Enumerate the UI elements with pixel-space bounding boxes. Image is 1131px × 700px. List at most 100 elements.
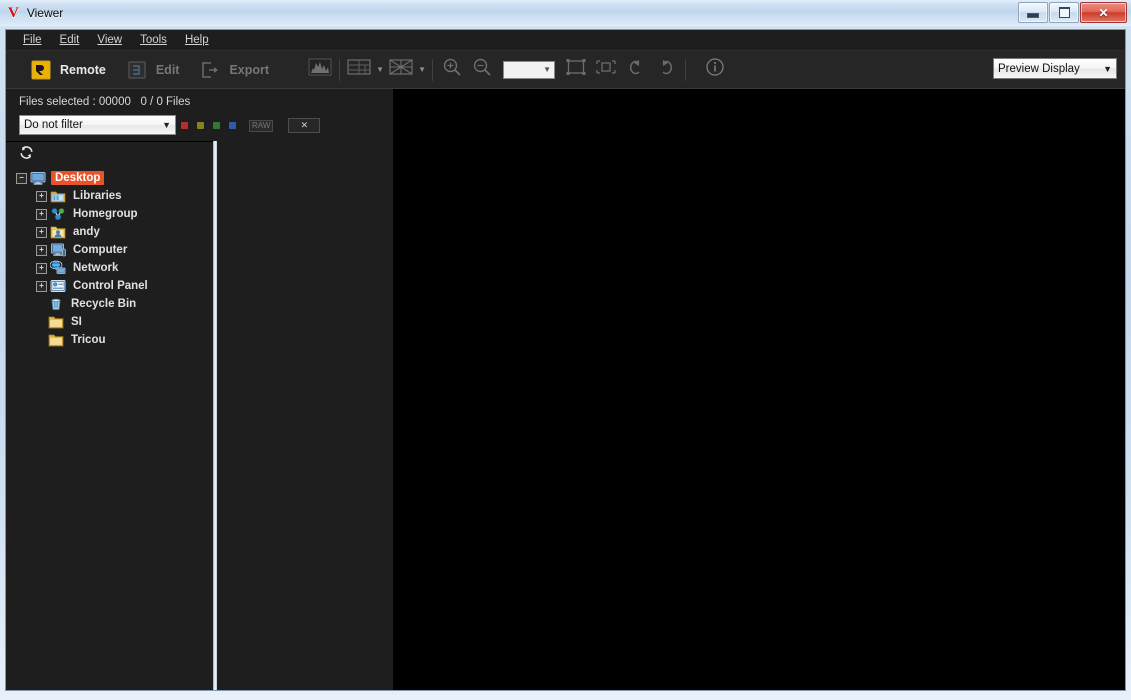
user-folder-icon — [50, 224, 66, 240]
libraries-icon — [50, 188, 66, 204]
grid-layout-button[interactable] — [345, 57, 373, 83]
minimize-icon — [1027, 13, 1039, 18]
tree-item-homegroup[interactable]: + Homegroup — [6, 205, 213, 223]
color-filter-green[interactable] — [213, 122, 220, 129]
refresh-icon[interactable] — [18, 144, 35, 166]
toolbar-separator-3 — [685, 58, 687, 81]
tree-item-label: Libraries — [73, 190, 122, 202]
computer-icon — [50, 242, 66, 258]
histogram-button[interactable] — [306, 57, 334, 83]
folder-icon — [48, 314, 64, 330]
tree-item-label: Homegroup — [73, 208, 138, 220]
rotate-left-button[interactable] — [622, 57, 650, 83]
menu-help[interactable]: Help — [176, 32, 218, 48]
close-button[interactable]: ✕ — [1080, 2, 1127, 23]
tree-item-label: andy — [73, 226, 100, 238]
menu-file[interactable]: File — [14, 32, 51, 48]
tree-item-label: SI — [71, 316, 82, 328]
edit-label: Edit — [155, 62, 180, 77]
tree-item-label: Desktop — [51, 171, 105, 185]
filter-combo[interactable]: Do not filter ▼ — [19, 115, 176, 135]
expand-icon[interactable]: + — [36, 262, 47, 274]
color-label-filters: RAW ✕ — [181, 118, 321, 133]
chevron-down-icon: ▼ — [543, 65, 552, 74]
maximize-icon — [1058, 7, 1070, 18]
tree-item-libraries[interactable]: + Libraries — [6, 187, 213, 205]
rotate-right-button[interactable] — [652, 57, 680, 83]
recycle-bin-icon — [48, 296, 64, 312]
color-filter-blue[interactable] — [229, 122, 236, 129]
thumbnail-layout-icon — [389, 59, 413, 80]
info-icon — [705, 57, 725, 82]
tree-item-si[interactable]: SI — [6, 313, 213, 331]
application-window: V Viewer ✕ File Edit View Tools Help Rem… — [0, 0, 1131, 700]
folder-icon — [48, 332, 64, 348]
thumbnail-layout-dropdown[interactable]: ▼ — [416, 57, 428, 83]
raw-filter-badge[interactable]: RAW — [249, 119, 274, 132]
left-column: Files selected : 00000 0 / 0 Files Do no… — [6, 89, 393, 690]
menu-view[interactable]: View — [88, 32, 131, 48]
folder-tree-panel: − Desktop + Libraries + Homegroup + andy + Comput… — [6, 141, 213, 690]
menu-edit-label: Edit — [59, 34, 80, 46]
control-panel-icon — [50, 278, 66, 294]
zoom-in-button[interactable] — [438, 57, 466, 83]
tree-item-andy[interactable]: + andy — [6, 223, 213, 241]
remote-label: Remote — [60, 62, 106, 77]
grid-layout-dropdown[interactable]: ▼ — [374, 57, 386, 83]
toolbar-separator — [339, 58, 341, 81]
menu-help-label: Help — [184, 34, 209, 46]
rotate-right-icon — [657, 57, 675, 82]
remote-button[interactable]: Remote — [20, 55, 116, 85]
app-logo-icon: V — [8, 4, 19, 21]
title-bar: V Viewer ✕ — [0, 0, 1131, 26]
fit-to-window-button[interactable] — [562, 57, 590, 83]
expand-icon[interactable]: + — [36, 280, 47, 292]
remote-icon — [30, 59, 52, 81]
window-controls: ✕ — [1018, 2, 1127, 23]
thumbnail-list-panel[interactable] — [217, 141, 393, 690]
desktop-icon — [30, 170, 46, 186]
tree-item-label: Network — [73, 262, 119, 274]
tree-item-label: Recycle Bin — [71, 298, 137, 310]
info-button[interactable] — [701, 57, 729, 83]
tree-item-tricou[interactable]: Tricou — [6, 331, 213, 349]
image-preview-area[interactable] — [393, 89, 1125, 690]
collapse-icon[interactable]: − — [16, 172, 27, 184]
tree-item-label: Computer — [73, 244, 128, 256]
export-button[interactable]: Export — [189, 55, 279, 85]
color-filter-red[interactable] — [181, 122, 188, 129]
preview-display-combo[interactable]: Preview Display ▼ — [993, 58, 1117, 79]
menu-tools[interactable]: Tools — [131, 32, 176, 48]
expand-icon[interactable]: + — [36, 190, 47, 202]
clear-filter-button[interactable]: ✕ — [288, 118, 321, 133]
zoom-out-icon — [472, 57, 492, 82]
tree-item-computer[interactable]: + Computer — [6, 241, 213, 259]
menu-edit[interactable]: Edit — [51, 32, 89, 48]
grid-layout-icon — [347, 59, 371, 80]
zoom-level-combo[interactable]: ▼ — [503, 60, 556, 79]
tree-item-desktop[interactable]: − Desktop — [6, 169, 213, 187]
expand-icon[interactable]: + — [36, 208, 47, 220]
color-filter-yellow[interactable] — [197, 122, 204, 129]
menu-view-label: View — [97, 34, 123, 46]
network-icon — [49, 260, 66, 276]
expand-icon[interactable]: + — [36, 244, 47, 256]
actual-size-icon — [596, 58, 616, 81]
tree-item-recycle-bin[interactable]: Recycle Bin — [6, 295, 213, 313]
close-icon: ✕ — [1098, 5, 1109, 20]
edit-button[interactable]: Edit — [116, 55, 190, 85]
tree-item-label: Control Panel — [73, 280, 148, 292]
thumbnail-layout-button[interactable] — [387, 57, 415, 83]
tree-item-network[interactable]: + Network — [6, 259, 213, 277]
minimize-button[interactable] — [1018, 2, 1048, 23]
expand-icon[interactable]: + — [36, 226, 47, 238]
menu-bar: File Edit View Tools Help — [6, 30, 1125, 51]
maximize-button[interactable] — [1049, 2, 1079, 23]
tree-item-control-panel[interactable]: + Control Panel — [6, 277, 213, 295]
tree-toolbar — [6, 142, 213, 167]
zoom-out-button[interactable] — [468, 57, 496, 83]
preview-display-value: Preview Display — [998, 62, 1080, 75]
filter-panel: Files selected : 00000 0 / 0 Files Do no… — [6, 89, 393, 142]
client-area: File Edit View Tools Help Remote Edit Ex… — [5, 29, 1126, 691]
actual-size-button[interactable] — [592, 57, 620, 83]
